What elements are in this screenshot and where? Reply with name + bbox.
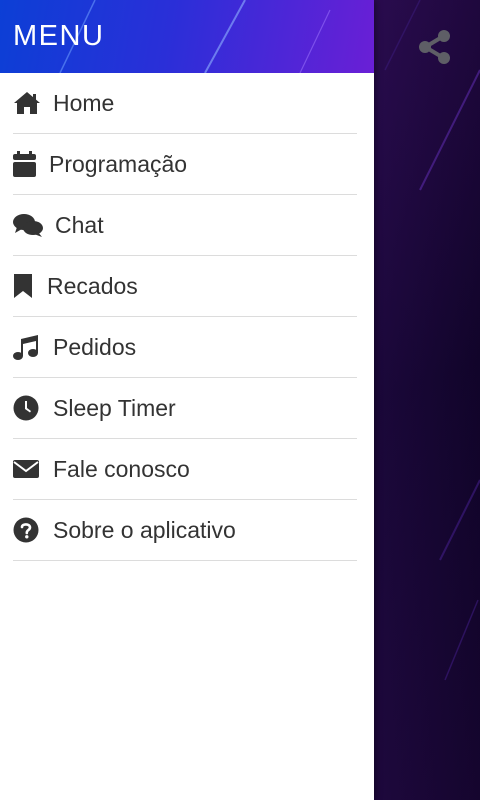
menu-item-programacao[interactable]: Programação (13, 134, 357, 195)
menu-item-chat[interactable]: Chat (13, 195, 357, 256)
question-circle-icon (13, 516, 41, 544)
menu-item-home[interactable]: Home (13, 73, 357, 134)
menu-item-sobre[interactable]: Sobre o aplicativo (13, 500, 357, 561)
envelope-icon (13, 455, 41, 483)
menu-item-sleep-timer[interactable]: Sleep Timer (13, 378, 357, 439)
share-button[interactable] (416, 28, 454, 66)
menu-item-label: Home (53, 89, 115, 116)
home-icon (13, 89, 41, 117)
menu-item-label: Recados (47, 272, 138, 299)
bookmark-icon (13, 272, 35, 300)
music-note-icon (13, 333, 41, 361)
share-icon (419, 30, 450, 64)
menu-item-label: Sobre o aplicativo (53, 516, 236, 543)
calendar-icon (13, 150, 37, 178)
menu-item-label: Pedidos (53, 333, 137, 360)
chat-bubbles-icon (13, 211, 43, 239)
menu-item-label: Chat (55, 211, 104, 238)
clock-icon (13, 394, 41, 422)
menu-item-label: Fale conosco (53, 455, 190, 482)
menu-item-fale-conosco[interactable]: Fale conosco (13, 439, 357, 500)
app-screen: MENU Home Programação Chat Recados Pedid… (0, 0, 480, 800)
menu-item-label: Sleep Timer (53, 394, 176, 421)
navigation-drawer: MENU Home Programação Chat Recados Pedid… (0, 0, 374, 800)
menu-list: Home Programação Chat Recados Pedidos Sl… (0, 73, 374, 561)
drawer-header: MENU (0, 0, 374, 73)
menu-item-label: Programação (49, 150, 188, 177)
drawer-title: MENU (13, 20, 105, 52)
menu-item-pedidos[interactable]: Pedidos (13, 317, 357, 378)
menu-item-recados[interactable]: Recados (13, 256, 357, 317)
